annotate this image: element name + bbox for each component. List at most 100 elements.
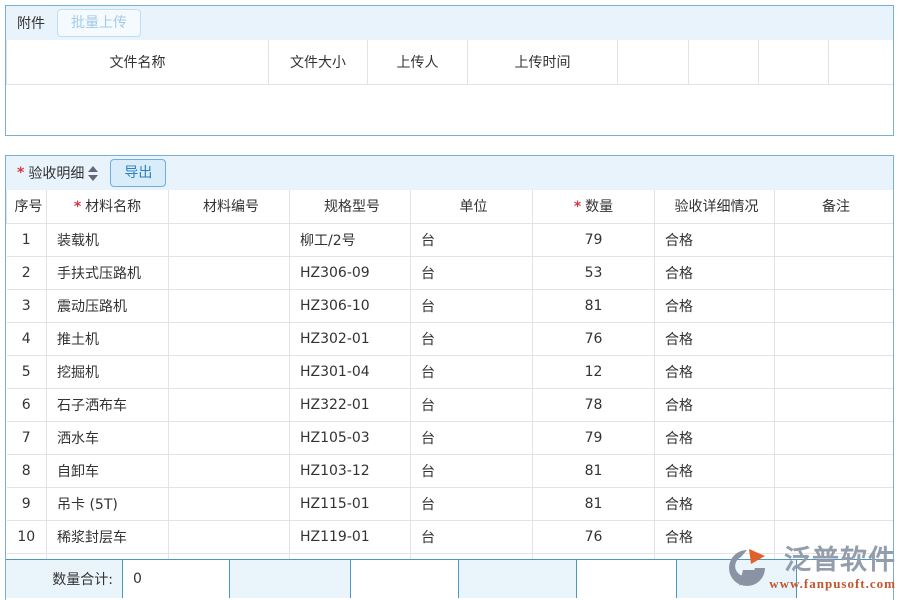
- cell-note[interactable]: [775, 355, 894, 388]
- cell-spec-model[interactable]: 柳工/2号: [290, 223, 411, 256]
- cell-quantity[interactable]: 79: [533, 421, 655, 454]
- cell-quantity[interactable]: 79: [533, 223, 655, 256]
- cell-quantity[interactable]: 81: [533, 487, 655, 520]
- cell-material-name[interactable]: 洒水车: [47, 421, 169, 454]
- cell-unit[interactable]: 台: [411, 454, 533, 487]
- table-row[interactable]: 10 稀浆封层车 HZ119-01 台 76 合格: [7, 520, 894, 553]
- cell-material-code[interactable]: [169, 421, 290, 454]
- column-header: 文件大小: [269, 40, 368, 84]
- cell-no[interactable]: 7: [7, 421, 47, 454]
- cell-material-name[interactable]: 吊卡 (5T): [47, 487, 169, 520]
- cell-unit[interactable]: 台: [411, 223, 533, 256]
- cell-acceptance-result[interactable]: 合格: [655, 487, 775, 520]
- cell-acceptance-result[interactable]: 合格: [655, 421, 775, 454]
- cell-no[interactable]: 3: [7, 289, 47, 322]
- cell-spec-model[interactable]: HZ119-01: [290, 520, 411, 553]
- cell-spec-model[interactable]: HZ115-01: [290, 487, 411, 520]
- cell-material-code[interactable]: [169, 487, 290, 520]
- cell-material-name[interactable]: 推土机: [47, 322, 169, 355]
- cell-unit[interactable]: 台: [411, 289, 533, 322]
- cell-unit[interactable]: 台: [411, 388, 533, 421]
- cell-spec-model[interactable]: HZ322-01: [290, 388, 411, 421]
- cell-spec-model[interactable]: HZ105-03: [290, 421, 411, 454]
- cell-acceptance-result[interactable]: 合格: [655, 289, 775, 322]
- table-row[interactable]: 8 自卸车 HZ103-12 台 81 合格: [7, 454, 894, 487]
- cell-no[interactable]: 10: [7, 520, 47, 553]
- cell-material-name[interactable]: 挖掘机: [47, 355, 169, 388]
- cell-material-name[interactable]: 自卸车: [47, 454, 169, 487]
- table-row[interactable]: 1 装载机 柳工/2号 台 79 合格: [7, 223, 894, 256]
- spinner-down-icon[interactable]: [88, 175, 98, 181]
- cell-note[interactable]: [775, 421, 894, 454]
- cell-material-code[interactable]: [169, 454, 290, 487]
- acceptance-table: 序号 *材料名称 材料编号 规格型号 单位 *数量 验收详细情况 备注: [6, 190, 893, 559]
- cell-spec-model[interactable]: HZ306-09: [290, 256, 411, 289]
- cell-material-code[interactable]: [169, 388, 290, 421]
- cell-unit[interactable]: 台: [411, 256, 533, 289]
- cell-note[interactable]: [775, 520, 894, 553]
- table-row[interactable]: 5 挖掘机 HZ301-04 台 12 合格: [7, 355, 894, 388]
- cell-note[interactable]: [775, 322, 894, 355]
- cell-material-code[interactable]: [169, 322, 290, 355]
- cell-spec-model[interactable]: HZ301-04: [290, 355, 411, 388]
- batch-upload-button[interactable]: 批量上传: [57, 9, 141, 37]
- cell-acceptance-result[interactable]: 合格: [655, 520, 775, 553]
- cell-acceptance-result[interactable]: 合格: [655, 223, 775, 256]
- cell-material-code[interactable]: [169, 289, 290, 322]
- cell-quantity[interactable]: 76: [533, 322, 655, 355]
- cell-note[interactable]: [775, 388, 894, 421]
- cell-note[interactable]: [775, 454, 894, 487]
- cell-no[interactable]: 2: [7, 256, 47, 289]
- cell-unit[interactable]: 台: [411, 322, 533, 355]
- cell-unit[interactable]: 台: [411, 421, 533, 454]
- cell-acceptance-result[interactable]: 合格: [655, 454, 775, 487]
- cell-material-code[interactable]: [169, 520, 290, 553]
- cell-unit[interactable]: 台: [411, 487, 533, 520]
- cell-quantity[interactable]: 78: [533, 388, 655, 421]
- cell-no[interactable]: 6: [7, 388, 47, 421]
- cell-quantity[interactable]: 81: [533, 454, 655, 487]
- cell-material-name[interactable]: 稀浆封层车: [47, 520, 169, 553]
- table-row[interactable]: 2 手扶式压路机 HZ306-09 台 53 合格: [7, 256, 894, 289]
- cell-acceptance-result[interactable]: 合格: [655, 256, 775, 289]
- cell-spec-model[interactable]: HZ103-12: [290, 454, 411, 487]
- column-header: *材料名称: [47, 190, 169, 223]
- cell-acceptance-result[interactable]: 合格: [655, 355, 775, 388]
- cell-note[interactable]: [775, 289, 894, 322]
- table-row[interactable]: 3 震动压路机 HZ306-10 台 81 合格: [7, 289, 894, 322]
- cell-material-name[interactable]: 装载机: [47, 223, 169, 256]
- column-header-label: 材料编号: [203, 199, 259, 215]
- cell-material-name[interactable]: 石子洒布车: [47, 388, 169, 421]
- cell-material-code[interactable]: [169, 256, 290, 289]
- cell-quantity[interactable]: 12: [533, 355, 655, 388]
- cell-unit[interactable]: 台: [411, 355, 533, 388]
- cell-no[interactable]: 9: [7, 487, 47, 520]
- cell-material-name[interactable]: 震动压路机: [47, 289, 169, 322]
- column-header: 上传时间: [468, 40, 618, 84]
- cell-no[interactable]: 4: [7, 322, 47, 355]
- cell-acceptance-result[interactable]: 合格: [655, 322, 775, 355]
- cell-quantity[interactable]: 81: [533, 289, 655, 322]
- cell-no[interactable]: 1: [7, 223, 47, 256]
- cell-note[interactable]: [775, 256, 894, 289]
- cell-unit[interactable]: 台: [411, 520, 533, 553]
- cell-quantity[interactable]: 53: [533, 256, 655, 289]
- cell-quantity[interactable]: 76: [533, 520, 655, 553]
- sort-spinner-icon[interactable]: [88, 166, 98, 181]
- cell-spec-model[interactable]: HZ306-10: [290, 289, 411, 322]
- table-row[interactable]: 7 洒水车 HZ105-03 台 79 合格: [7, 421, 894, 454]
- cell-material-code[interactable]: [169, 355, 290, 388]
- cell-spec-model[interactable]: HZ302-01: [290, 322, 411, 355]
- export-button[interactable]: 导出: [110, 159, 166, 187]
- cell-note[interactable]: [775, 487, 894, 520]
- cell-acceptance-result[interactable]: 合格: [655, 388, 775, 421]
- cell-no[interactable]: 8: [7, 454, 47, 487]
- cell-no[interactable]: 5: [7, 355, 47, 388]
- table-row[interactable]: 4 推土机 HZ302-01 台 76 合格: [7, 322, 894, 355]
- table-row[interactable]: 6 石子洒布车 HZ322-01 台 78 合格: [7, 388, 894, 421]
- cell-note[interactable]: [775, 223, 894, 256]
- cell-material-code[interactable]: [169, 223, 290, 256]
- cell-material-name[interactable]: 手扶式压路机: [47, 256, 169, 289]
- spinner-up-icon[interactable]: [88, 166, 98, 172]
- table-row[interactable]: 9 吊卡 (5T) HZ115-01 台 81 合格: [7, 487, 894, 520]
